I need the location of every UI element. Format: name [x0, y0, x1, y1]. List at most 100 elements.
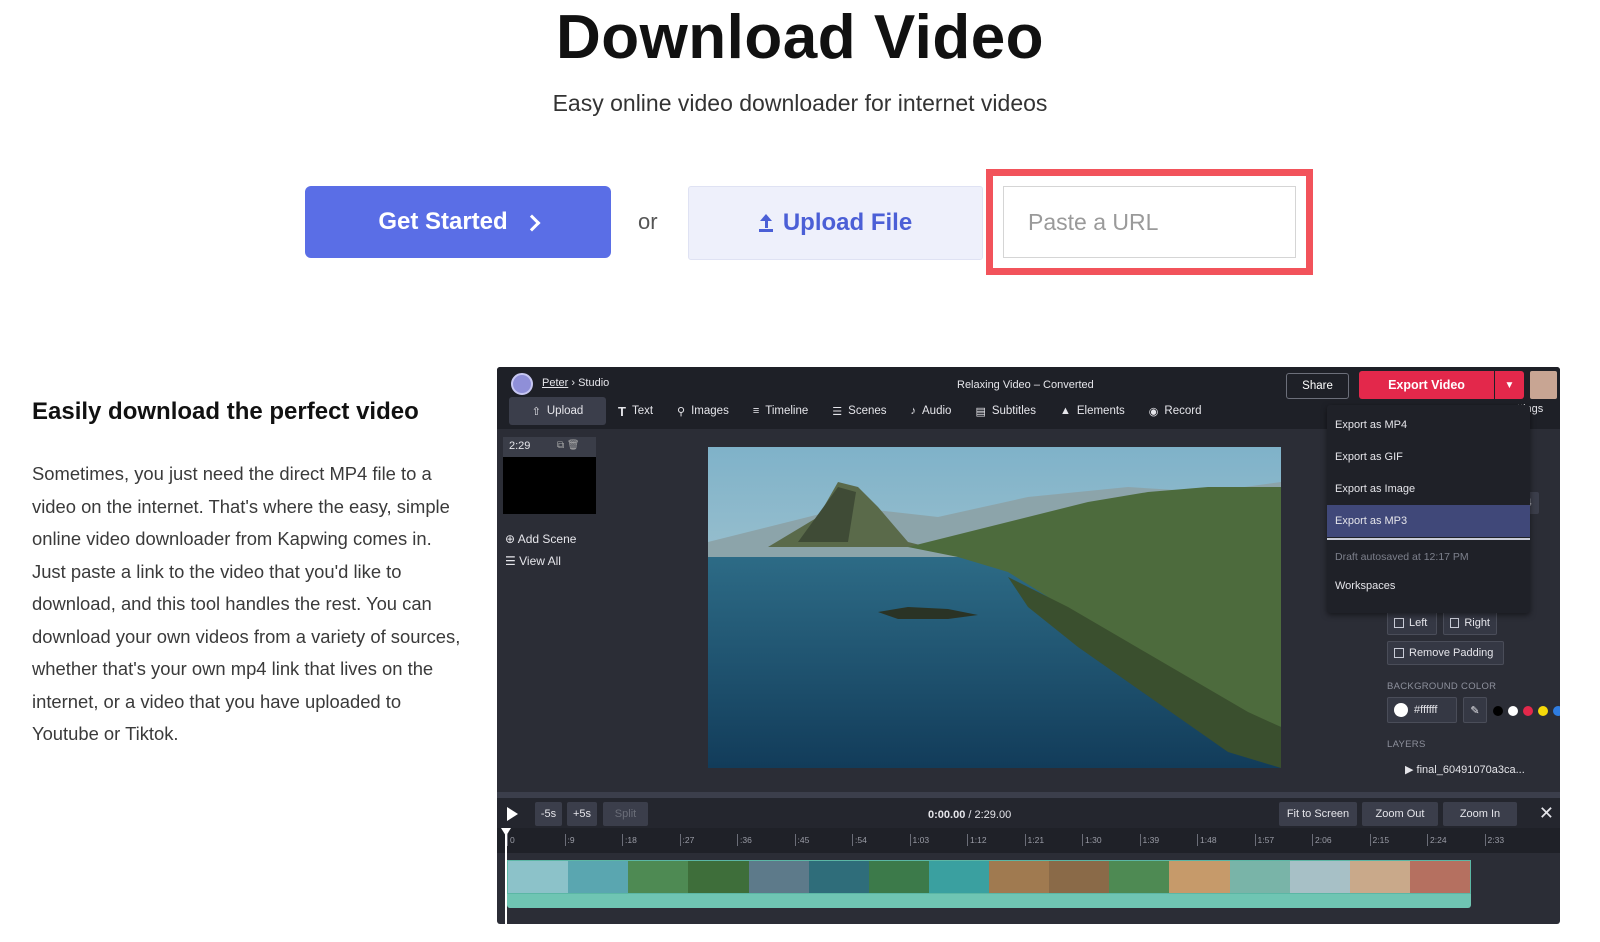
section-title: Easily download the perfect video — [32, 398, 419, 425]
get-started-button[interactable]: Get Started — [305, 186, 611, 258]
video-canvas[interactable] — [708, 447, 1281, 768]
export-video-button[interactable]: Export Video — [1359, 371, 1494, 399]
timeline-tick: 1:48 — [1197, 834, 1217, 846]
remove-padding-checkbox[interactable]: Remove Padding — [1387, 641, 1504, 665]
checkbox-icon — [1394, 618, 1404, 628]
get-started-label: Get Started — [378, 208, 508, 235]
view-all-label: View All — [519, 554, 561, 568]
timeline-tick: 1:12 — [967, 834, 987, 846]
tool-label: Elements — [1076, 405, 1125, 417]
search-icon: ⚲ — [677, 405, 686, 418]
project-title[interactable]: Relaxing Video – Converted — [957, 379, 1094, 391]
background-color-input[interactable]: #ffffff — [1387, 697, 1457, 723]
export-dropdown-toggle[interactable]: ▼ — [1495, 371, 1524, 399]
export-image-option[interactable]: Export as Image — [1327, 473, 1530, 505]
section-body: Sometimes, you just need the direct MP4 … — [32, 463, 461, 744]
layer-item[interactable]: ▶ final_60491070a3ca... — [1405, 763, 1525, 776]
page-title: Download Video — [555, 3, 1045, 72]
breadcrumb-page: Studio — [578, 377, 610, 389]
play-icon: ▶ — [1405, 764, 1414, 776]
swatch-white[interactable] — [1508, 706, 1518, 716]
tool-text[interactable]: T Text — [606, 397, 665, 425]
align-right-checkbox[interactable]: Right — [1443, 611, 1497, 635]
breadcrumb-user[interactable]: Peter — [542, 377, 568, 389]
tool-record[interactable]: ◉ Record — [1137, 397, 1214, 425]
duplicate-icon[interactable]: ⧉ 🗑 — [557, 440, 580, 451]
color-value: #ffffff — [1414, 704, 1438, 716]
view-all-button[interactable]: ☰ View All — [505, 554, 561, 568]
zoom-out-button[interactable]: Zoom Out — [1362, 802, 1438, 826]
timeline-tick: :54 — [852, 834, 867, 846]
tool-label: Images — [691, 405, 729, 417]
user-avatar[interactable] — [1530, 371, 1557, 399]
swatch-yellow[interactable] — [1538, 706, 1548, 716]
split-button[interactable]: Split — [603, 802, 648, 826]
shapes-icon: ▲ — [1059, 405, 1071, 417]
tool-label: Timeline — [765, 405, 809, 417]
eyedropper-icon[interactable]: ✎ — [1463, 697, 1487, 723]
timeline-tick: 2:06 — [1312, 834, 1332, 846]
dropdown-divider — [1327, 538, 1530, 540]
workspace-avatar[interactable] — [511, 373, 533, 395]
timeline-tick: 2:24 — [1427, 834, 1447, 846]
timeline-tick: 1:21 — [1024, 834, 1044, 846]
audio-waveform — [507, 894, 1471, 908]
swatch-red[interactable] — [1523, 706, 1533, 716]
align-left-checkbox[interactable]: Left — [1387, 611, 1437, 635]
swatch-blue[interactable] — [1553, 706, 1560, 716]
timeline-tick: 1:39 — [1139, 834, 1159, 846]
record-icon: ◉ — [1148, 405, 1159, 418]
tool-upload[interactable]: ⇧ Upload — [509, 397, 606, 425]
tool-audio[interactable]: ♪ Audio — [899, 397, 964, 425]
url-input[interactable] — [1003, 186, 1296, 258]
align-left-label: Left — [1409, 617, 1428, 629]
timeline-tick: :18 — [622, 834, 637, 846]
zoom-in-button[interactable]: Zoom In — [1443, 802, 1517, 826]
fit-to-screen-button[interactable]: Fit to Screen — [1279, 802, 1357, 826]
plus-circle-icon: ⊕ — [505, 532, 516, 546]
timeline-icon: ≡ — [752, 405, 760, 417]
export-gif-option[interactable]: Export as GIF — [1327, 441, 1530, 473]
timeline-ruler[interactable]: 0:9:18:27:36:45:54 1:03 1:12 1:21 1:30 1:39 1:… — [497, 828, 1560, 853]
workspaces-option[interactable]: Workspaces — [1335, 580, 1395, 592]
timeline-tick: 1:03 — [909, 834, 929, 846]
timeline-clip[interactable] — [507, 860, 1471, 894]
scene-duration: 2:29 — [509, 440, 531, 452]
editor-toolbar: ⇧ Upload T Text ⚲ Images ≡ Timeline ☰ Scenes … — [509, 397, 1213, 425]
timeline-tick: :36 — [737, 834, 752, 846]
subtitles-icon: ▤ — [975, 405, 986, 418]
upload-file-button[interactable]: Upload File — [688, 186, 983, 260]
tool-images[interactable]: ⚲ Images — [665, 397, 741, 425]
upload-icon: ⇧ — [531, 405, 541, 418]
upload-icon — [758, 214, 773, 232]
tool-elements[interactable]: ▲ Elements — [1048, 397, 1137, 425]
tool-timeline[interactable]: ≡ Timeline — [741, 397, 820, 425]
chevron-down-icon: ▼ — [1504, 379, 1515, 391]
play-icon[interactable] — [507, 807, 518, 821]
editor-preview: Peter › Studio Relaxing Video – Converte… — [497, 367, 1560, 924]
export-mp4-option[interactable]: Export as MP4 — [1327, 409, 1530, 441]
remove-padding-label: Remove Padding — [1409, 647, 1494, 659]
tool-scenes[interactable]: ☰ Scenes — [820, 397, 898, 425]
forward-5s-button[interactable]: +5s — [567, 802, 597, 826]
tool-label: Upload — [546, 405, 584, 417]
chevron-right-icon — [523, 214, 541, 232]
music-note-icon: ♪ — [910, 405, 917, 417]
export-mp3-option[interactable]: Export as MP3 — [1327, 505, 1530, 537]
add-scene-button[interactable]: ⊕ Add Scene — [505, 532, 576, 546]
rewind-5s-button[interactable]: -5s — [535, 802, 562, 826]
color-preview — [1394, 703, 1408, 717]
page-subtitle: Easy online video downloader for interne… — [552, 90, 1048, 116]
background-color-label: BACKGROUND COLOR — [1387, 681, 1497, 692]
playhead[interactable] — [501, 828, 511, 924]
close-icon[interactable]: ✕ — [1539, 804, 1554, 822]
video-frame-image — [708, 447, 1281, 768]
text-icon: T — [618, 403, 626, 419]
timeline-tick: :9 — [564, 834, 575, 846]
swatch-black[interactable] — [1493, 706, 1503, 716]
tool-subtitles[interactable]: ▤ Subtitles — [963, 397, 1048, 425]
share-button[interactable]: Share — [1286, 373, 1349, 399]
tool-label: Scenes — [848, 405, 887, 417]
checkbox-icon — [1450, 618, 1460, 628]
upload-file-label: Upload File — [782, 209, 913, 236]
